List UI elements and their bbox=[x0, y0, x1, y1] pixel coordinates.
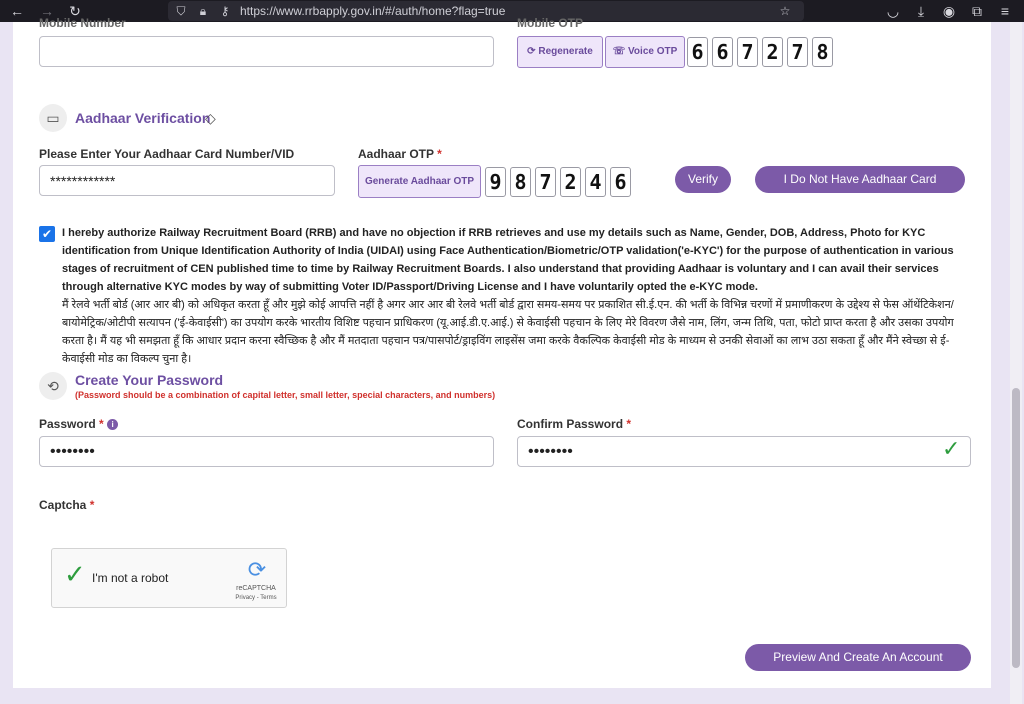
regenerate-button[interactable]: ⟳ Regenerate bbox=[517, 36, 603, 68]
captcha-label: Captcha * bbox=[39, 498, 94, 512]
refresh-icon: ⟳ bbox=[527, 46, 536, 57]
password-field[interactable]: •••••••• bbox=[39, 436, 494, 467]
shield-icon[interactable]: ⛉ bbox=[174, 4, 188, 18]
verify-button[interactable]: Verify bbox=[675, 166, 731, 193]
mobile-otp-digit[interactable]: 8 bbox=[812, 37, 833, 67]
aadhaar-otp-digit[interactable]: 7 bbox=[535, 167, 556, 197]
aadhaar-section-title: Aadhaar Verification bbox=[75, 110, 211, 126]
url-text[interactable]: https://www.rrbapply.gov.in/#/auth/home?… bbox=[240, 4, 505, 18]
pocket-icon[interactable]: ◡ bbox=[884, 2, 902, 20]
aadhaar-otp-digit[interactable]: 6 bbox=[610, 167, 631, 197]
generate-aadhaar-otp-button[interactable]: Generate Aadhaar OTP bbox=[358, 165, 481, 198]
mobile-otp-digit[interactable]: 6 bbox=[712, 37, 733, 67]
mobile-otp-digit[interactable]: 7 bbox=[737, 37, 758, 67]
star-icon[interactable]: ☆ bbox=[778, 4, 792, 18]
mobile-otp-digit[interactable]: 2 bbox=[762, 37, 783, 67]
phone-icon: ☏ bbox=[612, 46, 626, 57]
back-icon[interactable]: ← bbox=[8, 2, 26, 20]
scrollbar-thumb[interactable] bbox=[1012, 388, 1020, 668]
consent-hindi: मैं रेलवे भर्ती बोर्ड (आर आर बी) को अधिक… bbox=[62, 299, 954, 365]
consent-checkbox[interactable]: ✔ bbox=[39, 226, 55, 242]
extensions-icon[interactable]: ⧉ bbox=[968, 2, 986, 20]
mobile-number-field[interactable] bbox=[39, 36, 494, 67]
preview-create-account-button[interactable]: Preview And Create An Account bbox=[745, 644, 971, 671]
captcha-label-text: Captcha bbox=[39, 498, 87, 512]
regenerate-label: Regenerate bbox=[538, 46, 593, 57]
consent-text: I hereby authorize Railway Recruitment B… bbox=[62, 224, 972, 368]
password-section-title: Create Your Password bbox=[75, 372, 224, 388]
consent-english: I hereby authorize Railway Recruitment B… bbox=[62, 227, 954, 293]
recaptcha-text: I'm not a robot bbox=[92, 571, 169, 585]
download-icon[interactable]: ⤓ bbox=[912, 2, 930, 20]
mobile-number-label: Mobile Number bbox=[39, 16, 126, 30]
menu-icon[interactable]: ≡ bbox=[996, 2, 1014, 20]
confirm-password-field[interactable]: •••••••• bbox=[517, 436, 971, 467]
required-marker: * bbox=[437, 147, 442, 161]
recaptcha-check-icon[interactable]: ✓ bbox=[64, 561, 86, 587]
recaptcha-logo-icon: ⟳ bbox=[247, 557, 267, 582]
confirm-password-label-text: Confirm Password bbox=[517, 417, 624, 431]
account-icon[interactable]: ◉ bbox=[940, 2, 958, 20]
password-label: Password * i bbox=[39, 417, 119, 431]
voice-otp-label: Voice OTP bbox=[628, 46, 678, 57]
mobile-otp-digit[interactable]: 7 bbox=[787, 37, 808, 67]
lock-icon[interactable]: 🔒︎ bbox=[196, 4, 210, 18]
recaptcha-widget[interactable]: ✓ I'm not a robot ⟳ reCAPTCHA Privacy - … bbox=[51, 548, 287, 608]
required-marker: * bbox=[89, 498, 95, 512]
mobile-otp-label: Mobile OTP bbox=[517, 16, 583, 30]
aadhaar-otp-digit[interactable]: 8 bbox=[510, 167, 531, 197]
recaptcha-brand: reCAPTCHA bbox=[236, 585, 276, 592]
aadhaar-otp-digit[interactable]: 9 bbox=[485, 167, 506, 197]
url-bar[interactable]: ⛉ 🔒︎ ⚷ https://www.rrbapply.gov.in/#/aut… bbox=[168, 1, 804, 21]
check-icon: ✔ bbox=[41, 227, 53, 241]
confirm-password-label: Confirm Password * bbox=[517, 417, 631, 431]
recaptcha-links[interactable]: Privacy - Terms bbox=[222, 595, 290, 601]
password-reset-icon: ⟲ bbox=[39, 372, 67, 400]
info-icon[interactable]: i bbox=[107, 419, 119, 430]
aadhaar-otp-label: Aadhaar OTP * bbox=[358, 147, 442, 161]
voice-otp-button[interactable]: ☏ Voice OTP bbox=[605, 36, 685, 68]
mobile-otp-digit[interactable]: 6 bbox=[687, 37, 708, 67]
info-diamond-icon[interactable]: ◇ bbox=[205, 110, 221, 126]
id-card-icon: ▭ bbox=[39, 104, 67, 132]
required-marker: * bbox=[99, 417, 104, 431]
valid-check-icon: ✓ bbox=[942, 436, 961, 461]
aadhaar-otp-digit[interactable]: 4 bbox=[585, 167, 606, 197]
aadhaar-number-label: Please Enter Your Aadhaar Card Number/VI… bbox=[39, 147, 295, 161]
aadhaar-otp-digit[interactable]: 2 bbox=[560, 167, 581, 197]
required-marker: * bbox=[626, 417, 632, 431]
password-label-text: Password bbox=[39, 417, 96, 431]
browser-toolbar: ← → ↻ ⛉ 🔒︎ ⚷ https://www.rrbapply.gov.in… bbox=[0, 0, 1024, 22]
key-icon[interactable]: ⚷ bbox=[218, 4, 232, 18]
aadhaar-number-field[interactable]: ************ bbox=[39, 165, 335, 196]
no-aadhaar-button[interactable]: I Do Not Have Aadhaar Card bbox=[755, 166, 965, 193]
password-hint: (Password should be a combination of cap… bbox=[75, 390, 496, 400]
aadhaar-otp-label-text: Aadhaar OTP bbox=[358, 147, 434, 161]
